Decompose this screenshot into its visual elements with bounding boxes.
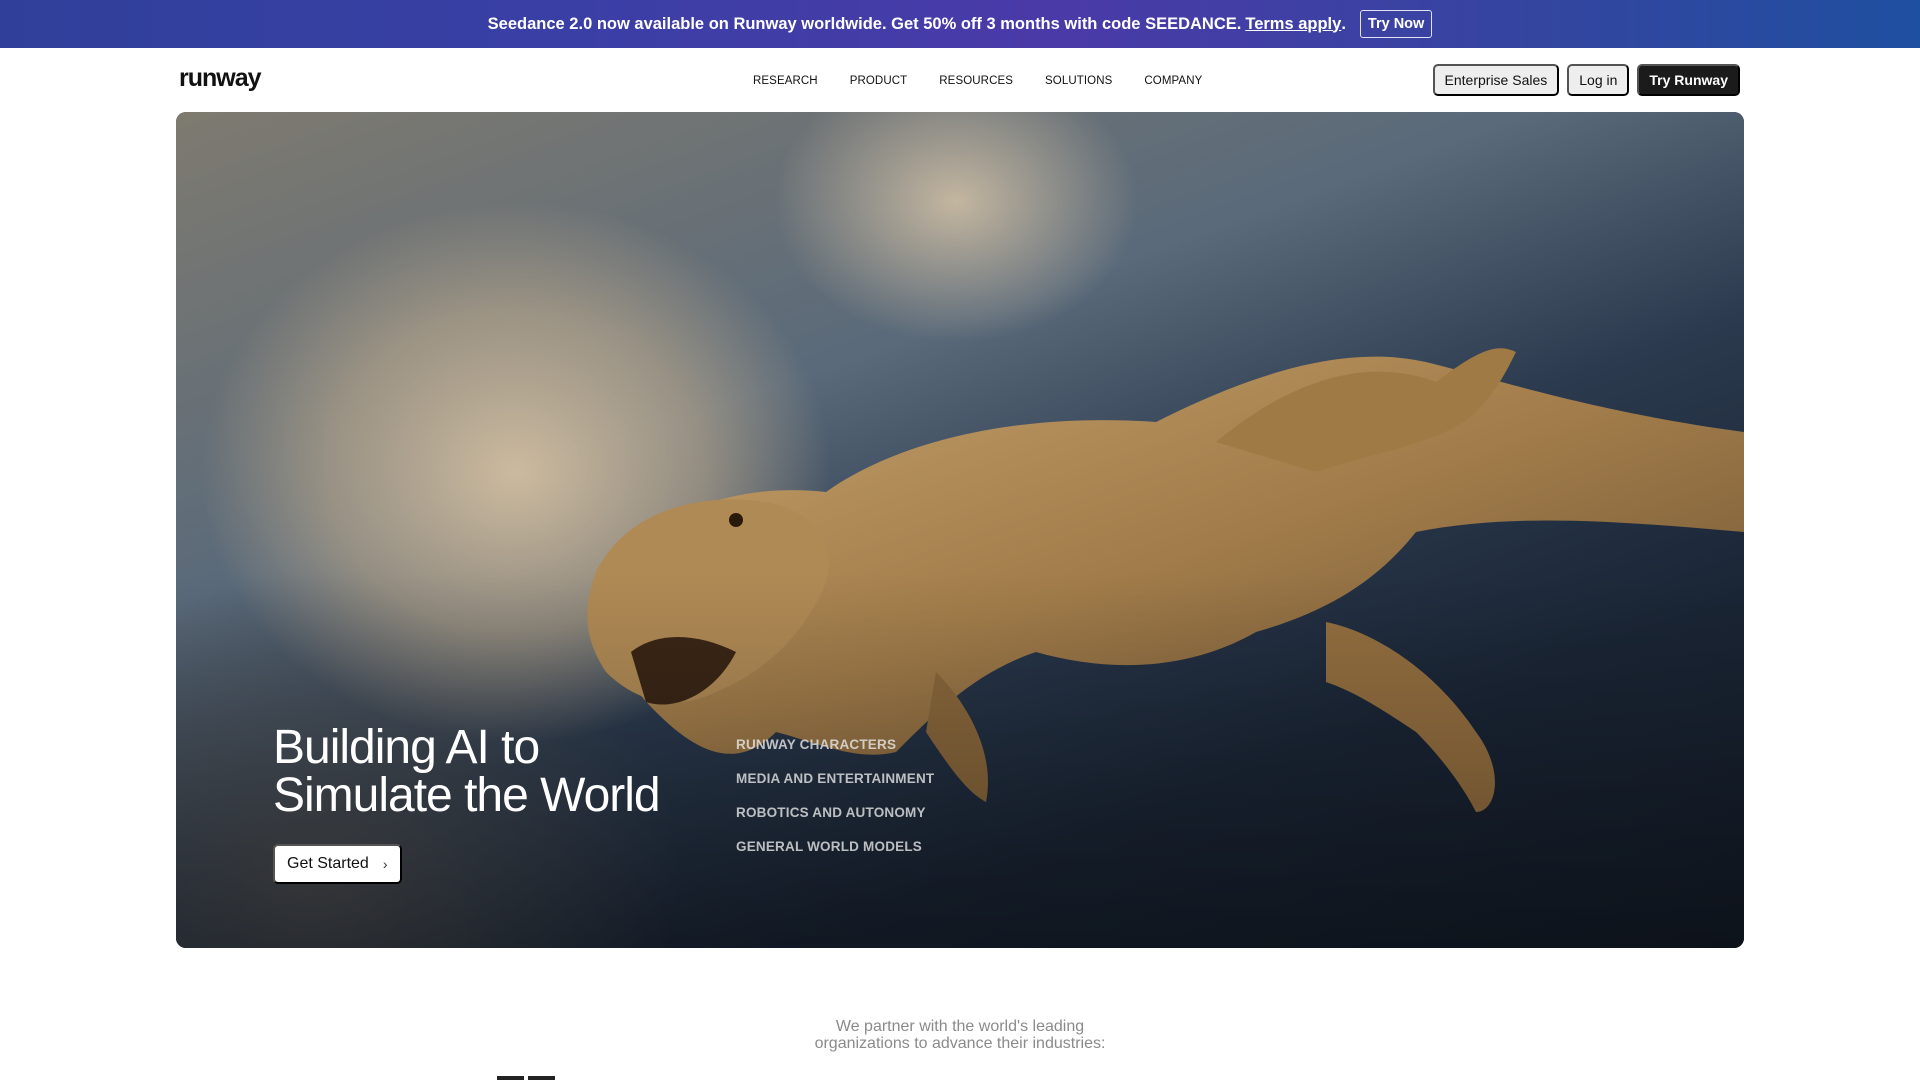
announcement-banner: Seedance 2.0 now available on Runway wor… [0,0,1920,48]
site-header: runway RESEARCH PRODUCT RESOURCES SOLUTI… [0,48,1920,112]
partner-logo [497,1076,555,1080]
hero-links: RUNWAY CHARACTERS MEDIA AND ENTERTAINMEN… [736,737,934,873]
runway-logo[interactable]: runway [179,64,262,93]
get-started-button[interactable]: Get Started › [273,844,402,884]
login-button[interactable]: Log in [1567,64,1630,96]
hero-title-line1: Building AI to [273,721,540,774]
chevron-right-icon: › [382,856,388,872]
nav-resources[interactable]: RESOURCES [939,75,1013,87]
banner-period: . [1341,14,1346,33]
link-robotics-autonomy[interactable]: ROBOTICS AND AUTONOMY [736,805,934,839]
nav-product[interactable]: PRODUCT [850,75,908,87]
link-media-entertainment[interactable]: MEDIA AND ENTERTAINMENT [736,771,934,805]
try-now-button[interactable]: Try Now [1359,10,1433,38]
get-started-label: Get Started [287,855,369,872]
try-runway-button[interactable]: Try Runway [1637,64,1740,96]
nav-research[interactable]: RESEARCH [753,75,818,87]
terms-link[interactable]: Terms apply [1245,15,1341,34]
hero-title-line2: Simulate the World [273,769,661,822]
enterprise-sales-button[interactable]: Enterprise Sales [1432,64,1560,96]
banner-message: Seedance 2.0 now available on Runway wor… [487,14,1242,33]
partners-intro: We partner with the world's leading orga… [0,1018,1920,1052]
nav-company[interactable]: COMPANY [1144,75,1202,87]
link-general-world-models[interactable]: GENERAL WORLD MODELS [736,839,934,873]
hero-section: Building AI to Simulate the World Get St… [176,112,1744,948]
hero-overlay [176,112,1744,948]
nav-solutions[interactable]: SOLUTIONS [1045,75,1112,87]
main-nav: RESEARCH PRODUCT RESOURCES SOLUTIONS COM… [753,75,1202,87]
partners-line1: We partner with the world's leading [835,1018,1085,1035]
header-actions: Enterprise Sales Log in Try Runway [1432,64,1740,96]
link-runway-characters[interactable]: RUNWAY CHARACTERS [736,737,934,771]
hero-title: Building AI to Simulate the World [273,721,661,822]
partners-line2: organizations to advance their industrie… [814,1035,1106,1052]
